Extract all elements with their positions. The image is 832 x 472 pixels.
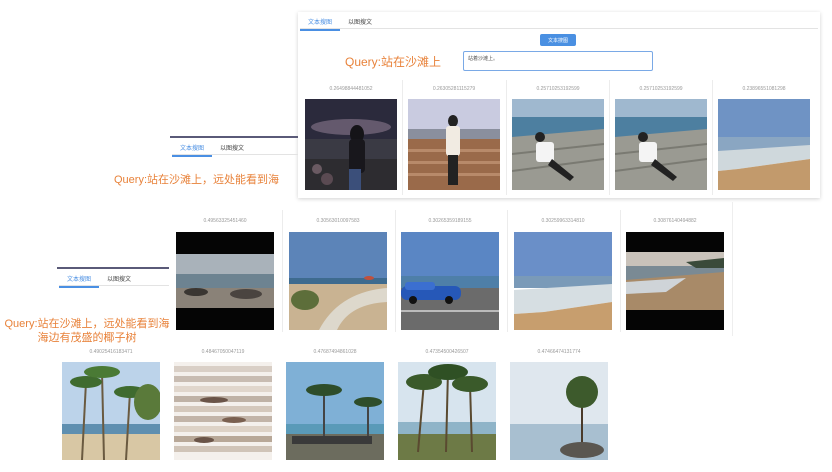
result-image-palms-bench[interactable] (286, 362, 384, 460)
score-label: 0.25710253192599 (536, 86, 580, 92)
panel1-tab-divider (300, 28, 818, 29)
query-input[interactable]: 站着沙滩上。 (463, 51, 653, 71)
column-divider (402, 80, 403, 195)
score-label: 0.47466474131774 (537, 349, 581, 355)
column-divider (609, 80, 610, 195)
result-image-beach-waves[interactable] (718, 99, 810, 190)
panel3-tab-divider (59, 285, 169, 286)
score-label: 0.49563325451460 (203, 218, 247, 224)
score-label: 0.48467050047119 (201, 349, 245, 355)
result-image-sandy-beach-waves[interactable] (514, 232, 612, 330)
panel3-top-bar (57, 267, 169, 269)
score-label: 0.30259963314810 (541, 218, 585, 224)
result-image-girl-in-field[interactable] (408, 99, 500, 190)
result-image-tree-on-rocks[interactable] (510, 362, 608, 460)
result-image-woman-beach-sunset[interactable] (305, 99, 397, 190)
column-divider (507, 210, 508, 332)
panel2-top-bar (170, 136, 298, 138)
result-image-rocky-shore-letterbox[interactable] (176, 232, 274, 330)
score-label: 0.47354500426507 (425, 349, 469, 355)
query-line-1: Query:站在沙滩上，远处能看到海 (4, 318, 170, 330)
score-label: 0.25710253192599 (639, 86, 683, 92)
text-search-button[interactable]: 文本搜图 (540, 34, 576, 46)
result-image-palm-trees-beach[interactable] (62, 362, 160, 460)
score-label: 0.23896551081298 (742, 86, 786, 92)
score-label: 0.30563010097583 (316, 218, 360, 224)
score-label: 0.26498844481052 (329, 86, 373, 92)
query-label: Query:站在沙滩上，远处能看到海 (114, 174, 280, 186)
result-image-curved-walkway[interactable] (289, 232, 387, 330)
column-divider (620, 210, 621, 332)
score-label: 0.30876140494882 (653, 218, 697, 224)
score-label: 0.49025416183471 (89, 349, 133, 355)
result-image-blue-car-seaside[interactable] (401, 232, 499, 330)
result-image-tropical-palms-shore[interactable] (398, 362, 496, 460)
result-image-beach-dusk-letterbox[interactable] (626, 232, 724, 330)
score-label: 0.30265359189155 (428, 218, 472, 224)
query-label: Query:站在沙滩上 (345, 55, 442, 69)
score-label: 0.47687494861028 (313, 349, 357, 355)
column-divider (282, 210, 283, 332)
result-image-sliced-strips[interactable] (174, 362, 272, 460)
query-label: Query:站在沙滩上，远处能看到海 海边有茂盛的椰子树 (2, 317, 172, 345)
column-divider (506, 80, 507, 195)
query-line-2: 海边有茂盛的椰子树 (37, 332, 137, 344)
panel2-tab-divider (172, 154, 298, 155)
result-image-girl-sitting-seawall[interactable] (615, 99, 707, 190)
column-divider (395, 210, 396, 332)
score-label: 0.26305281115279 (432, 86, 476, 92)
column-divider (712, 80, 713, 195)
result-image-girl-sitting-seawall[interactable] (512, 99, 604, 190)
